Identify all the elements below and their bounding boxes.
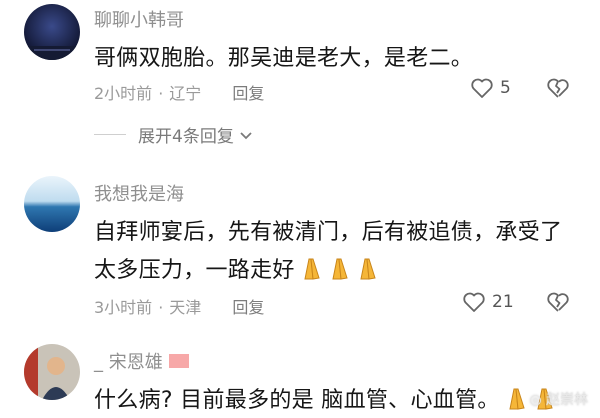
divider — [94, 134, 126, 135]
like-button[interactable]: 5 — [470, 77, 511, 99]
like-count: 21 — [492, 292, 514, 312]
dislike-button[interactable] — [546, 77, 570, 103]
comment-text-line-2: 太多压力，一路走好 — [94, 252, 381, 288]
username-text: _ 宋恩雄 — [94, 352, 163, 373]
location: 天津 — [169, 298, 202, 317]
username[interactable]: _ 宋恩雄 — [94, 348, 189, 374]
broken-heart-icon — [547, 292, 569, 312]
comment-text: 什么病? 目前最多的是 脑血管、心血管。 — [94, 382, 558, 418]
like-count: 5 — [500, 78, 511, 98]
reply-button[interactable]: 回复 — [232, 298, 264, 317]
username[interactable]: 聊聊小韩哥 — [94, 6, 184, 32]
heart-icon — [471, 78, 493, 98]
expand-replies-label: 展开4条回复 — [138, 127, 234, 147]
comment-text: 哥俩双胞胎。那吴迪是老大，是老二。 — [94, 46, 474, 71]
watermark-text: 赵崇林 — [546, 392, 588, 408]
avatar[interactable] — [24, 176, 80, 232]
chevron-down-icon — [240, 131, 252, 139]
like-button[interactable]: 21 — [462, 291, 514, 313]
watermark-icon: ◎ — [529, 392, 542, 408]
flag-icon — [168, 354, 189, 368]
comment-meta: 3小时前 · 天津 回复 — [94, 298, 265, 317]
avatar[interactable] — [24, 344, 80, 400]
watermark: ◎ 赵崇林 — [529, 389, 588, 409]
timestamp: 3小时前 — [94, 298, 153, 317]
reply-button[interactable]: 回复 — [232, 84, 264, 103]
location: 辽宁 — [169, 84, 202, 103]
heart-icon — [463, 292, 485, 312]
broken-heart-icon — [547, 78, 569, 98]
timestamp: 2小时前 — [94, 84, 153, 103]
comment-text-content: 什么病? 目前最多的是 脑血管、心血管。 — [94, 388, 500, 413]
comment-text-line-2-content: 太多压力，一路走好 — [94, 258, 295, 283]
expand-replies-button[interactable]: 展开4条回复 — [94, 122, 254, 147]
pray-emoji-icon — [297, 254, 381, 288]
comment-text-line-1: 自拜师宴后，先有被清门，后有被追债，承受了 — [94, 220, 563, 245]
dislike-button[interactable] — [546, 291, 570, 317]
comment-meta: 2小时前 · 辽宁 回复 — [94, 84, 265, 103]
username[interactable]: 我想我是海 — [94, 180, 184, 206]
avatar[interactable] — [24, 4, 80, 60]
